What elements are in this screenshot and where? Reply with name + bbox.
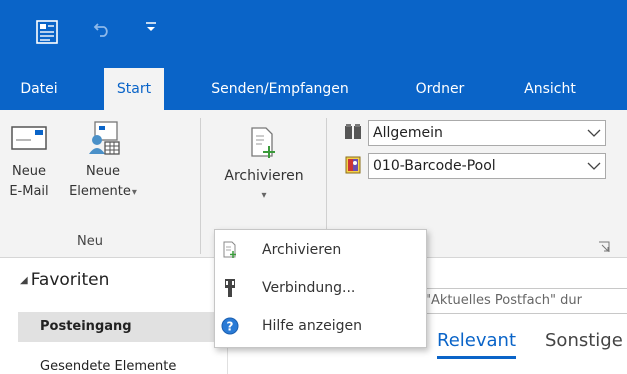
menu-item-label: Hilfe anzeigen xyxy=(262,318,362,334)
new-items-label-1: Neue xyxy=(86,164,120,179)
dialog-launcher-icon[interactable] xyxy=(598,238,610,252)
chevron-down-icon: ▾ xyxy=(131,187,137,198)
tab-senden-empfangen[interactable]: Senden/Empfangen xyxy=(200,68,360,110)
help-icon: ? xyxy=(220,316,240,336)
favorites-header[interactable]: ◢ Favoriten xyxy=(20,270,109,290)
chevron-down-icon[interactable] xyxy=(583,162,605,170)
new-email-button[interactable]: Neue E-Mail xyxy=(4,126,54,202)
quickstep-combo-barcode-pool[interactable]: 010-Barcode-Pool xyxy=(368,153,606,179)
tab-datei[interactable]: Datei xyxy=(14,68,64,110)
group-divider xyxy=(200,118,201,254)
new-items-button[interactable]: Neue Elemente▾ xyxy=(62,120,144,203)
tab-start[interactable]: Start xyxy=(104,68,164,110)
new-email-label-2: E-Mail xyxy=(9,184,49,199)
filter-tab-relevant[interactable]: Relevant xyxy=(437,330,516,359)
new-items-label-text: Elemente xyxy=(69,184,131,199)
search-input[interactable]: "Aktuelles Postfach" dur xyxy=(422,288,627,314)
contact-list-icon xyxy=(344,156,362,174)
svg-text:?: ? xyxy=(227,320,234,334)
plug-icon xyxy=(220,278,240,298)
menu-item-archivieren[interactable]: Archivieren xyxy=(215,232,426,268)
favorites-label: Favoriten xyxy=(30,270,110,290)
folder-pane: ◢ Favoriten Posteingang Gesendete Element… xyxy=(0,258,228,374)
undo-icon[interactable] xyxy=(93,20,111,38)
group-label-neu: Neu xyxy=(77,234,103,249)
new-items-icon xyxy=(83,120,123,162)
chevron-down-icon[interactable] xyxy=(583,129,605,137)
customize-quick-access-icon[interactable] xyxy=(144,20,158,34)
archive-button[interactable]: Archivieren ▾ xyxy=(212,126,316,206)
archive-label: Archivieren xyxy=(224,168,304,184)
menu-item-label: Archivieren xyxy=(262,242,342,258)
envelope-icon xyxy=(11,126,47,162)
archive-dropdown-menu: Archivieren Verbindung... ? Hilfe anzeig… xyxy=(214,229,427,348)
ribbon-tabs: Datei Start Senden/Empfangen Ordner Ansi… xyxy=(0,68,627,110)
folder-item-posteingang[interactable]: Posteingang xyxy=(18,312,228,342)
tab-ordner[interactable]: Ordner xyxy=(410,68,470,110)
title-bar xyxy=(0,0,627,68)
collapse-arrow-icon: ◢ xyxy=(20,275,28,286)
filter-tab-sonstige[interactable]: Sonstige xyxy=(545,330,623,351)
combo-value: Allgemein xyxy=(373,125,443,141)
menu-item-hilfe-anzeigen[interactable]: ? Hilfe anzeigen xyxy=(215,308,426,344)
tab-ansicht[interactable]: Ansicht xyxy=(515,68,585,110)
new-email-label-1: Neue xyxy=(12,164,46,179)
chevron-down-icon: ▾ xyxy=(261,190,267,201)
new-items-label-2: Elemente▾ xyxy=(69,182,137,203)
folder-item-gesendete-elemente[interactable]: Gesendete Elemente xyxy=(18,352,228,374)
menu-item-label: Verbindung... xyxy=(262,280,356,296)
quickstep-combo-allgemein[interactable]: Allgemein xyxy=(368,120,606,146)
address-book-icon xyxy=(344,123,362,141)
archive-icon xyxy=(249,126,279,166)
combo-value: 010-Barcode-Pool xyxy=(373,158,496,174)
archive-icon xyxy=(220,240,240,260)
outlook-app-icon[interactable] xyxy=(36,20,58,44)
menu-item-verbindung[interactable]: Verbindung... xyxy=(215,270,426,306)
